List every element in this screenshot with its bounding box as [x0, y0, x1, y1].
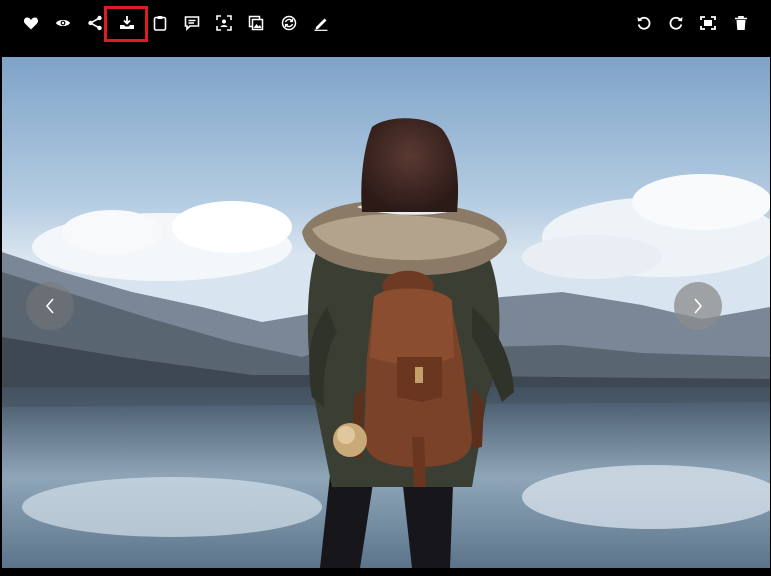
preview-button[interactable]: [48, 8, 78, 38]
eye-icon: [56, 20, 70, 26]
rotate-left-button[interactable]: [629, 8, 659, 38]
comment-button[interactable]: [177, 8, 207, 38]
clipboard-icon: [153, 16, 167, 31]
viewer-toolbar: [0, 0, 771, 56]
rotate-right-icon: [669, 16, 683, 30]
pencil-icon: [314, 18, 328, 31]
fullscreen-icon: [700, 16, 716, 30]
refresh-icon: [281, 15, 297, 31]
comment-icon: [184, 16, 200, 31]
trash-icon: [735, 16, 747, 30]
scan-icon: [216, 15, 232, 31]
next-image-button[interactable]: [674, 282, 722, 330]
highlight-frame: [104, 6, 148, 42]
chevron-left-icon: [45, 298, 54, 314]
share-icon: [88, 15, 102, 31]
heart-icon: [23, 17, 39, 30]
fit-screen-button[interactable]: [693, 8, 723, 38]
chevron-right-icon: [694, 298, 703, 314]
favorite-button[interactable]: [16, 8, 46, 38]
image-stack-icon: [248, 15, 264, 31]
convert-button[interactable]: [274, 8, 304, 38]
rotate-right-button[interactable]: [661, 8, 691, 38]
image-viewer: [2, 57, 770, 568]
previous-image-button[interactable]: [26, 282, 74, 330]
scan-button[interactable]: [209, 8, 239, 38]
rotate-left-icon: [637, 16, 651, 30]
edit-button[interactable]: [306, 8, 336, 38]
delete-button[interactable]: [726, 8, 756, 38]
gallery-button[interactable]: [241, 8, 271, 38]
photo-woman-backpack-lake: [2, 57, 770, 568]
clipboard-button[interactable]: [145, 8, 175, 38]
viewer-bottom-edge: [0, 568, 771, 576]
